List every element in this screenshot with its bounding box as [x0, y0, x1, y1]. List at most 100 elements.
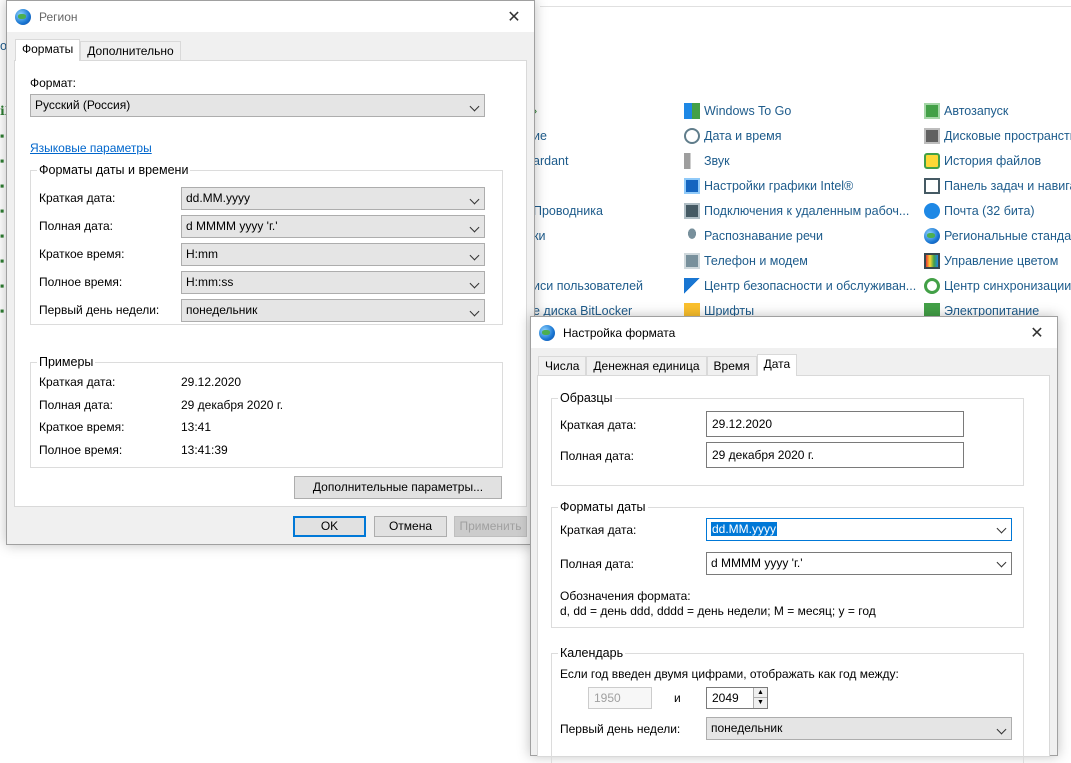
- cp-item-label: Управление цветом: [944, 254, 1059, 268]
- spinner-up-icon[interactable]: ▲: [753, 688, 767, 698]
- apply-button[interactable]: Применить: [454, 516, 527, 537]
- date-formats-group: Форматы даты Краткая дата: dd.MM.yyyy По…: [551, 500, 1024, 628]
- tab-currency[interactable]: Денежная единица: [586, 356, 707, 376]
- chevron-down-icon: [469, 250, 480, 261]
- spinner-down-icon[interactable]: ▼: [753, 698, 767, 708]
- first-day-dropdown[interactable]: понедельник: [706, 717, 1012, 740]
- storage-spaces-icon: [924, 128, 940, 144]
- cp-fragment[interactable]: Проводника: [533, 201, 603, 221]
- chevron-down-icon: [469, 101, 480, 112]
- first-day-value: понедельник: [186, 303, 258, 317]
- remote-desktop-icon: [684, 203, 700, 219]
- chevron-down-icon: [469, 278, 480, 289]
- cp-fragment-icon: ▪: [0, 179, 5, 193]
- cp-item-label: Телефон и модем: [704, 254, 808, 268]
- chevron-down-icon[interactable]: [996, 523, 1007, 534]
- cp-item-security-center[interactable]: Центр безопасности и обслуживан...: [684, 276, 916, 296]
- first-day-label: Первый день недели:: [560, 722, 681, 736]
- cp-item-intel-graphics[interactable]: Настройки графики Intel®: [684, 176, 853, 196]
- notation-title: Обозначения формата:: [560, 589, 691, 603]
- cp-fragment[interactable]: иси пользователей: [533, 276, 643, 296]
- example-value: 13:41:39: [181, 443, 228, 457]
- ok-button[interactable]: OK: [293, 516, 366, 537]
- calendar-group: Календарь Если год введен двумя цифрами,…: [551, 646, 1024, 763]
- cp-item-label: Региональные стандарт: [944, 229, 1071, 243]
- intel-graphics-icon: [684, 178, 700, 194]
- tab-time[interactable]: Время: [706, 356, 757, 376]
- example-label: Краткая дата:: [39, 375, 116, 389]
- cp-item-label: Панель задач и навигац: [944, 179, 1071, 193]
- short-date-combobox[interactable]: dd.MM.yyyy: [706, 518, 1012, 541]
- short-date-value[interactable]: dd.MM.yyyy: [711, 522, 778, 536]
- example-value: 13:41: [181, 420, 212, 434]
- datetime-formats-group: Форматы даты и времени Краткая дата: dd.…: [30, 163, 503, 325]
- long-date-value: d MMMM yyyy 'г.': [711, 556, 803, 570]
- cp-fragment[interactable]: ие: [533, 126, 547, 146]
- long-date-value: d MMMM yyyy 'г.': [186, 219, 278, 233]
- chevron-down-icon: [469, 194, 480, 205]
- short-time-dropdown[interactable]: H:mm: [181, 243, 485, 266]
- divider: [540, 6, 1071, 7]
- cp-item-phone-modem[interactable]: Телефон и модем: [684, 251, 808, 271]
- cp-item-date-time[interactable]: Дата и время: [684, 126, 782, 146]
- title-bar[interactable]: Регион ✕: [7, 1, 534, 32]
- cp-item-storage-spaces[interactable]: Дисковые пространства: [924, 126, 1071, 146]
- cp-item-taskbar[interactable]: Панель задач и навигац: [924, 176, 1071, 196]
- long-date-dropdown[interactable]: d MMMM yyyy 'г.': [181, 215, 485, 238]
- cp-item-label: Центр синхронизации: [944, 279, 1071, 293]
- cp-item-region[interactable]: Региональные стандарт: [924, 226, 1071, 246]
- color-management-icon: [924, 253, 940, 269]
- group-title: Форматы даты: [558, 500, 648, 514]
- long-time-dropdown[interactable]: H:mm:ss: [181, 271, 485, 294]
- cp-fragment[interactable]: ardant: [533, 151, 568, 171]
- cp-item-mail[interactable]: Почта (32 бита): [924, 201, 1035, 221]
- short-time-value: H:mm: [186, 247, 218, 261]
- title-bar[interactable]: Настройка формата ✕: [531, 317, 1057, 348]
- speaker-icon: [684, 153, 700, 169]
- long-time-label: Полное время:: [39, 275, 123, 289]
- window-title: Настройка формата: [563, 325, 676, 340]
- cancel-button[interactable]: Отмена: [374, 516, 447, 537]
- long-date-label: Полная дата:: [560, 557, 634, 571]
- cp-item-autoplay[interactable]: Автозапуск: [924, 101, 1008, 121]
- cp-item-label: Автозапуск: [944, 104, 1009, 118]
- long-date-combobox[interactable]: d MMMM yyyy 'г.': [706, 552, 1012, 575]
- tab-numbers[interactable]: Числа: [538, 356, 587, 376]
- cp-item-color-management[interactable]: Управление цветом: [924, 251, 1058, 271]
- format-settings-dialog: Настройка формата ✕ Числа Денежная едини…: [530, 316, 1058, 763]
- language-settings-link[interactable]: Языковые параметры: [30, 141, 152, 155]
- samples-group: Образцы Краткая дата: 29.12.2020 Полная …: [551, 391, 1024, 486]
- globe-icon: [539, 324, 555, 341]
- sample-short-date-field: 29.12.2020: [706, 411, 964, 437]
- cp-item-sound[interactable]: Звук: [684, 151, 730, 171]
- chevron-down-icon[interactable]: [996, 557, 1007, 568]
- example-label: Полная дата:: [39, 398, 113, 412]
- short-date-dropdown[interactable]: dd.MM.yyyy: [181, 187, 485, 210]
- cp-item-speech[interactable]: Распознавание речи: [684, 226, 823, 246]
- cp-fragment-icon: ▪: [0, 254, 5, 268]
- cp-item-label: Почта (32 бита): [944, 204, 1035, 218]
- close-icon[interactable]: ✕: [494, 1, 534, 32]
- cp-item-label: Подключения к удаленным рабоч...: [704, 204, 910, 218]
- cp-item-label: Дисковые пространства: [944, 129, 1071, 143]
- cp-item-file-history[interactable]: История файлов: [924, 151, 1041, 171]
- tab-date[interactable]: Дата: [756, 354, 798, 376]
- short-date-label: Краткая дата:: [560, 523, 637, 537]
- short-time-label: Краткое время:: [39, 247, 125, 261]
- close-icon[interactable]: ✕: [1017, 317, 1057, 348]
- tab-strip: Числа Денежная единица Время Дата: [538, 354, 798, 376]
- tab-panel: Формат: Русский (Россия) Языковые параме…: [14, 60, 527, 507]
- year-to-value: 2049: [712, 691, 739, 705]
- chevron-down-icon: [469, 222, 480, 233]
- tab-advanced[interactable]: Дополнительно: [80, 41, 181, 61]
- cp-item-remote-desktop[interactable]: Подключения к удаленным рабоч...: [684, 201, 909, 221]
- cp-item-sync-center[interactable]: Центр синхронизации: [924, 276, 1071, 296]
- format-dropdown[interactable]: Русский (Россия): [30, 94, 485, 117]
- cp-item-label: Звук: [704, 154, 730, 168]
- tab-formats[interactable]: Форматы: [15, 39, 81, 61]
- advanced-settings-button[interactable]: Дополнительные параметры...: [294, 476, 502, 499]
- year-to-field[interactable]: 2049 ▲ ▼: [706, 687, 768, 709]
- cp-item-label: Центр безопасности и обслуживан...: [704, 279, 917, 293]
- cp-item-windows-to-go[interactable]: Windows To Go: [684, 101, 791, 121]
- first-day-dropdown[interactable]: понедельник: [181, 299, 485, 322]
